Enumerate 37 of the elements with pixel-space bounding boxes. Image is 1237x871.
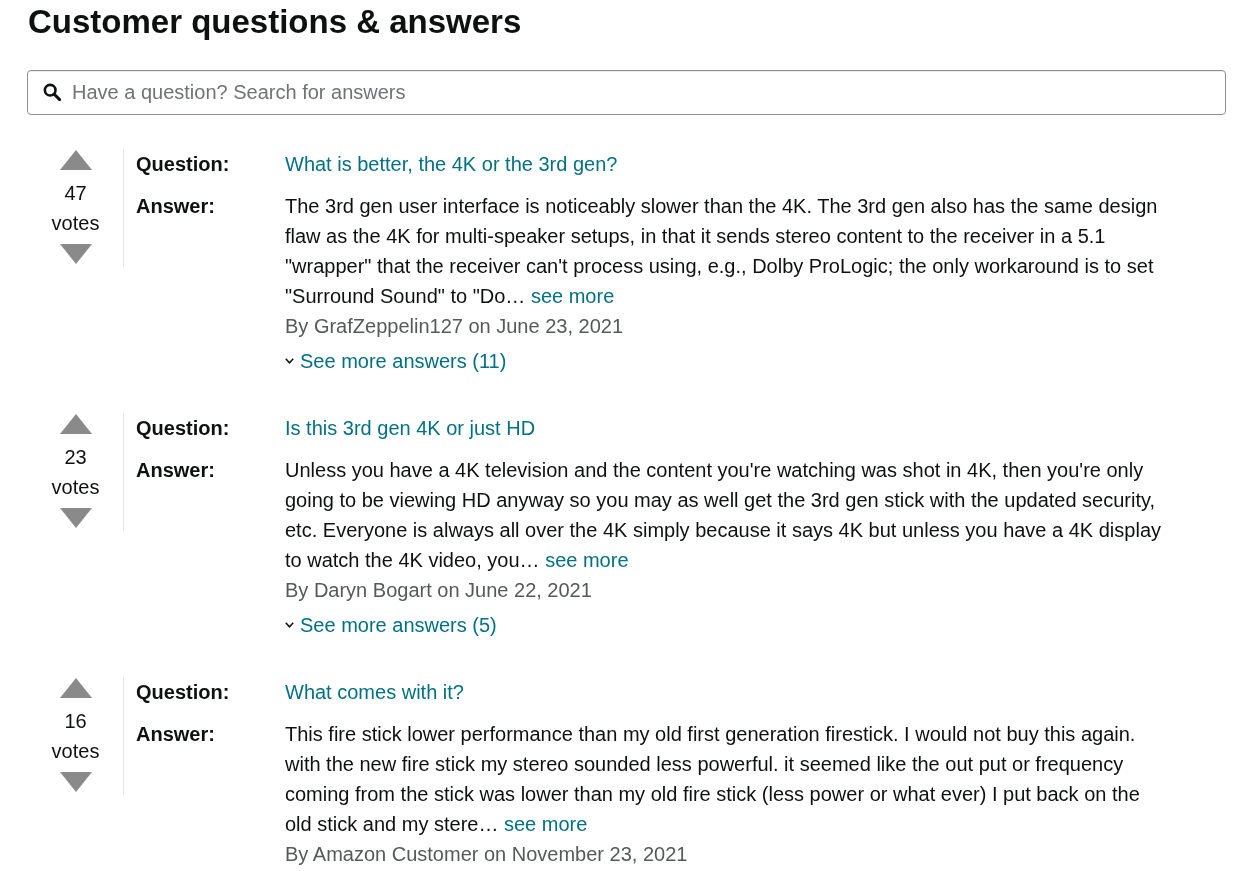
answer-label: Answer:	[136, 194, 215, 219]
answer-byline: By Amazon Customer on November 23, 2021	[285, 842, 688, 867]
see-more-link[interactable]: see more	[530, 285, 615, 307]
upvote-button[interactable]	[59, 414, 92, 434]
question-label: Question:	[136, 680, 230, 705]
vote-count: 23	[64, 445, 87, 470]
question-link[interactable]: What comes with it?	[285, 677, 464, 707]
chevron-down-icon	[285, 622, 294, 628]
question-label: Question:	[136, 416, 230, 441]
upvote-button[interactable]	[59, 150, 92, 170]
search-icon	[43, 83, 61, 101]
answer-text: This fire stick lower performance than my old first generation firestick. I would not buy this again. with the new fire stick my stereo sounded less powerful. it seemed like the out put or frequency coming from the stick was lower than my old fire stick (less power or what ever) I put back on the old stick and my stere… see more	[285, 722, 1140, 837]
answer-text: The 3rd gen user interface is noticeably slower than the 4K. The 3rd gen also has the same design flaw as the 4K for multi-speaker setups, in that it sends stereo content to the receiver in a 5.1 "wrapper" that the receiver can't process using, e.g., Dolby ProLogic; the only workaround is to set "Surround Sound" to "Do… see more	[285, 194, 1158, 309]
answer-label: Answer:	[136, 458, 215, 483]
downvote-button[interactable]	[59, 772, 92, 792]
answer-label: Answer:	[136, 722, 215, 747]
search-field[interactable]: Have a question? Search for answers	[27, 70, 1226, 115]
see-more-answers-link[interactable]: See more answers (5)	[285, 610, 497, 640]
downvote-button[interactable]	[59, 508, 92, 528]
downvote-button[interactable]	[59, 244, 92, 264]
votes-label: votes	[51, 211, 100, 236]
question-link[interactable]: Is this 3rd gen 4K or just HD	[285, 413, 536, 443]
see-more-link[interactable]: see more	[545, 549, 629, 571]
answer-text: Unless you have a 4K television and the content you're watching was shot in 4K, then you're only going to be viewing HD anyway so you may as well get the 3rd gen stick with the updated security, etc. Everyone is always all over the 4K simply because it says 4K but unless you have a 4K display to watch the 4K video, you… see more	[285, 458, 1161, 573]
chevron-down-icon	[285, 358, 294, 364]
votes-label: votes	[51, 475, 100, 500]
question-link[interactable]: What is better, the 4K or the 3rd gen?	[285, 149, 618, 179]
see-more-answers-link[interactable]: See more answers (11)	[285, 346, 507, 376]
vote-count: 16	[64, 709, 87, 734]
see-more-link[interactable]: see more	[504, 813, 588, 835]
answer-byline: By Daryn Bogart on June 22, 2021	[285, 578, 592, 603]
vote-count: 47	[64, 181, 87, 206]
question-label: Question:	[136, 152, 230, 177]
votes-label: votes	[51, 739, 100, 764]
upvote-button[interactable]	[59, 678, 92, 698]
page-heading: Customer questions & answers	[28, 2, 522, 42]
answer-byline: By GrafZeppelin127 on June 23, 2021	[285, 314, 624, 339]
